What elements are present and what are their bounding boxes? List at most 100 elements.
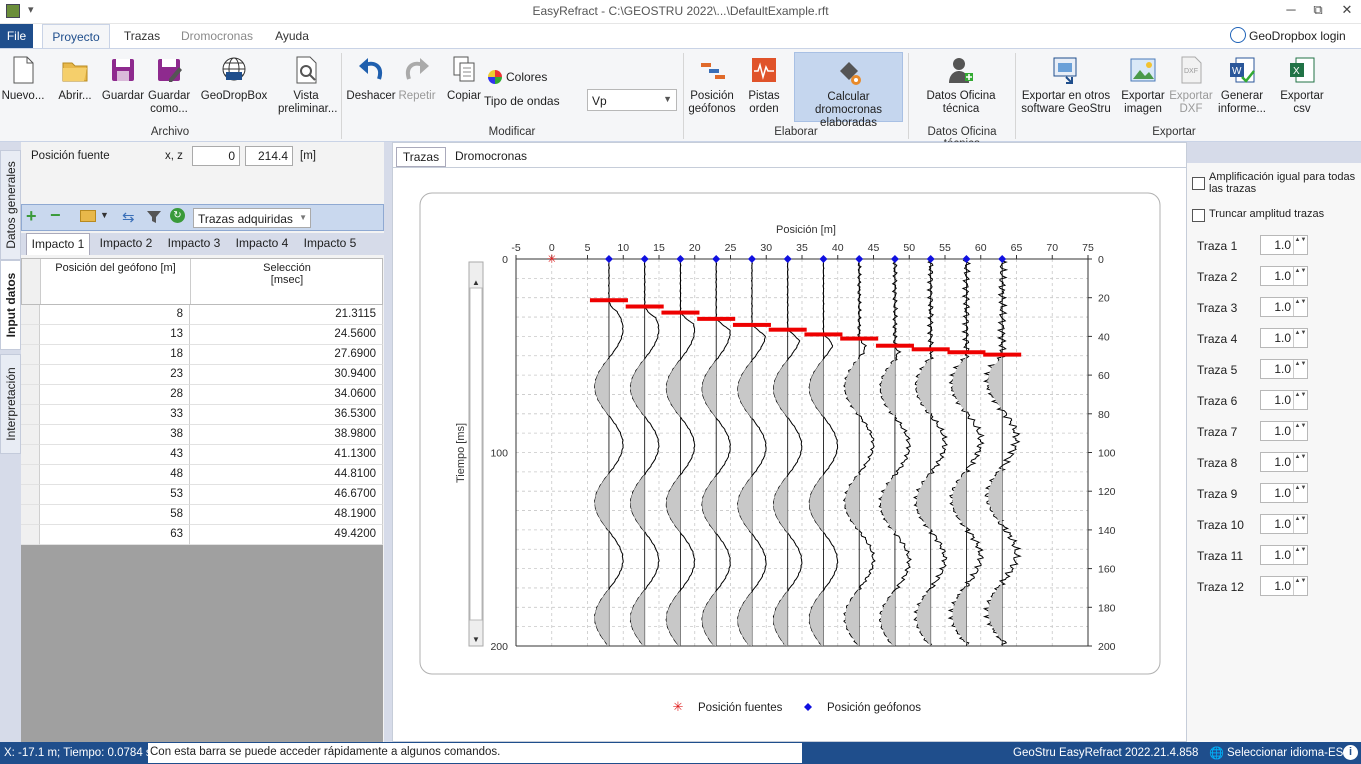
trace-amp-spinner[interactable]: 1.0 ▲▼: [1260, 452, 1308, 472]
row-header[interactable]: [21, 325, 40, 345]
deshacer-button[interactable]: Deshacer: [345, 49, 397, 124]
geodropbox-login-link[interactable]: GeoDropbox login: [1249, 29, 1346, 43]
generar-informe-button[interactable]: W Generar informe...: [1216, 49, 1268, 124]
tab-proyecto[interactable]: Proyecto: [42, 24, 110, 49]
spinner-arrows-icon[interactable]: ▲▼: [1293, 267, 1307, 285]
vista-preliminar-button[interactable]: Vista preliminar...: [278, 49, 337, 124]
tab-trazas-view[interactable]: Trazas: [396, 147, 446, 167]
posicion-geofonos-button[interactable]: Posición geófonos: [686, 49, 738, 124]
geophone-position-cell[interactable]: 18: [40, 345, 190, 365]
trace-amp-spinner[interactable]: 1.0 ▲▼: [1260, 328, 1308, 348]
row-header[interactable]: [21, 405, 40, 425]
repetir-button[interactable]: Repetir: [397, 49, 437, 124]
spinner-arrows-icon[interactable]: ▲▼: [1293, 360, 1307, 378]
trace-amp-spinner[interactable]: 1.0 ▲▼: [1260, 576, 1308, 596]
source-x-input[interactable]: 0: [192, 146, 240, 166]
tab-impacto-2[interactable]: Impacto 2: [94, 233, 158, 255]
tab-impacto-4[interactable]: Impacto 4: [230, 233, 294, 255]
row-header[interactable]: [21, 485, 40, 505]
geophone-position-cell[interactable]: 33: [40, 405, 190, 425]
tab-dromocronas-view[interactable]: Dromocronas: [450, 147, 532, 167]
swap-icon[interactable]: ⇆: [122, 208, 135, 226]
geophone-position-cell[interactable]: 23: [40, 365, 190, 385]
table-row[interactable]: 63 49.4200: [21, 525, 383, 545]
spinner-arrows-icon[interactable]: ▲▼: [1293, 577, 1307, 595]
spinner-arrows-icon[interactable]: ▲▼: [1293, 453, 1307, 471]
geophone-position-cell[interactable]: 38: [40, 425, 190, 445]
pick-time-cell[interactable]: 41.1300: [190, 445, 383, 465]
pick-time-cell[interactable]: 34.0600: [190, 385, 383, 405]
geophone-position-cell[interactable]: 13: [40, 325, 190, 345]
tab-dromocronas[interactable]: Dromocronas: [176, 24, 258, 48]
info-icon[interactable]: i: [1343, 745, 1358, 760]
traces-type-select[interactable]: Trazas adquiridas ▼: [193, 208, 311, 228]
geodropbox-button[interactable]: GeoDropBox: [198, 49, 270, 124]
tab-file[interactable]: File: [0, 24, 33, 48]
spinner-arrows-icon[interactable]: ▲▼: [1293, 298, 1307, 316]
spinner-arrows-icon[interactable]: ▲▼: [1293, 391, 1307, 409]
geophone-position-cell[interactable]: 43: [40, 445, 190, 465]
trace-amp-spinner[interactable]: 1.0 ▲▼: [1260, 390, 1308, 410]
row-header[interactable]: [21, 445, 40, 465]
pick-time-cell[interactable]: 21.3115: [190, 305, 383, 325]
filter-icon[interactable]: [146, 209, 162, 225]
geophone-position-cell[interactable]: 58: [40, 505, 190, 525]
row-header[interactable]: [21, 305, 40, 325]
column-header-seleccion[interactable]: Selección [msec]: [191, 259, 383, 304]
exportar-dxf-button[interactable]: DXF Exportar DXF: [1168, 49, 1214, 124]
remove-row-icon[interactable]: −: [50, 205, 61, 226]
trace-amp-spinner[interactable]: 1.0 ▲▼: [1260, 235, 1308, 255]
table-row[interactable]: 8 21.3115: [21, 305, 383, 325]
pick-time-cell[interactable]: 38.9800: [190, 425, 383, 445]
row-header[interactable]: [21, 365, 40, 385]
table-row[interactable]: 38 38.9800: [21, 425, 383, 445]
trace-amp-spinner[interactable]: 1.0 ▲▼: [1260, 266, 1308, 286]
pistas-orden-button[interactable]: Pistas orden: [742, 49, 786, 124]
spinner-arrows-icon[interactable]: ▲▼: [1293, 329, 1307, 347]
tab-interpretacion[interactable]: Interpretación: [0, 354, 21, 454]
add-row-icon[interactable]: +: [26, 206, 37, 227]
tab-input-datos[interactable]: Input datos: [0, 260, 21, 350]
tab-datos-generales[interactable]: Datos generales: [0, 150, 21, 260]
column-header-posicion[interactable]: Posición del geófono [m]: [41, 259, 191, 304]
guardar-como-button[interactable]: Guardar como...: [146, 49, 192, 124]
source-z-input[interactable]: 214.4: [245, 146, 293, 166]
geophone-position-cell[interactable]: 63: [40, 525, 190, 545]
tipo-ondas-select[interactable]: Vp ▼: [587, 89, 677, 111]
chart-scroll-thumb[interactable]: [469, 287, 483, 621]
geophone-position-cell[interactable]: 8: [40, 305, 190, 325]
exportar-csv-button[interactable]: X Exportar csv: [1276, 49, 1328, 124]
trace-amp-spinner[interactable]: 1.0 ▲▼: [1260, 514, 1308, 534]
trace-amp-spinner[interactable]: 1.0 ▲▼: [1260, 483, 1308, 503]
pick-time-cell[interactable]: 44.8100: [190, 465, 383, 485]
nuevo-button[interactable]: Nuevo...: [0, 49, 46, 124]
geophone-position-cell[interactable]: 53: [40, 485, 190, 505]
table-row[interactable]: 53 46.6700: [21, 485, 383, 505]
exportar-otros-button[interactable]: Exportar en otros software GeoStru: [1018, 49, 1114, 124]
row-header[interactable]: [21, 525, 40, 545]
chevron-down-icon[interactable]: ▼: [100, 210, 109, 220]
table-row[interactable]: 18 27.6900: [21, 345, 383, 365]
table-row[interactable]: 13 24.5600: [21, 325, 383, 345]
close-button[interactable]: ✕: [1334, 2, 1360, 22]
table-row[interactable]: 28 34.0600: [21, 385, 383, 405]
datos-oficina-button[interactable]: Datos Oficina técnica: [918, 49, 1004, 124]
pick-time-cell[interactable]: 24.5600: [190, 325, 383, 345]
pick-time-cell[interactable]: 46.6700: [190, 485, 383, 505]
geophone-position-cell[interactable]: 28: [40, 385, 190, 405]
language-selector[interactable]: Seleccionar idioma-ES: [1227, 747, 1343, 759]
trace-amp-spinner[interactable]: 1.0 ▲▼: [1260, 297, 1308, 317]
pick-time-cell[interactable]: 48.1900: [190, 505, 383, 525]
exportar-imagen-button[interactable]: Exportar imagen: [1118, 49, 1168, 124]
table-row[interactable]: 33 36.5300: [21, 405, 383, 425]
tab-trazas[interactable]: Trazas: [116, 24, 168, 48]
table-row[interactable]: 48 44.8100: [21, 465, 383, 485]
row-header[interactable]: [21, 385, 40, 405]
spinner-arrows-icon[interactable]: ▲▼: [1293, 484, 1307, 502]
scroll-up-icon[interactable]: ▲: [472, 278, 480, 287]
tab-impacto-1[interactable]: Impacto 1: [26, 233, 90, 255]
copiar-button[interactable]: Copiar: [446, 49, 482, 124]
tab-ayuda[interactable]: Ayuda: [266, 24, 318, 48]
trace-amp-spinner[interactable]: 1.0 ▲▼: [1260, 359, 1308, 379]
folder-icon[interactable]: [80, 210, 96, 222]
